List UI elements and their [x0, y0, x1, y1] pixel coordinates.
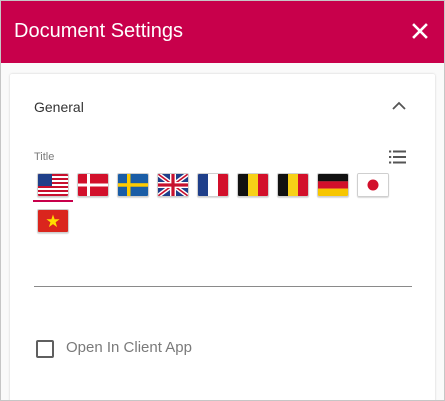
flag-france[interactable]: [197, 173, 229, 197]
document-settings-dialog: Document Settings General Title Open In …: [0, 0, 445, 401]
open-in-client-app-checkbox[interactable]: [36, 340, 54, 358]
close-icon[interactable]: [410, 21, 430, 41]
flag-sweden[interactable]: [117, 173, 149, 197]
flag-uk[interactable]: [157, 173, 189, 197]
title-field-label: Title: [34, 151, 55, 163]
title-field-underline: [34, 286, 412, 287]
flag-belgium[interactable]: [277, 173, 309, 197]
open-in-client-app-label: Open In Client App: [66, 339, 192, 356]
flag-germany[interactable]: [317, 173, 349, 197]
flag-japan[interactable]: [357, 173, 389, 197]
chevron-up-icon[interactable]: [391, 99, 407, 113]
flag-us[interactable]: [33, 173, 73, 202]
selected-flag-indicator: [33, 200, 73, 202]
flag-vietnam[interactable]: [37, 209, 69, 233]
dialog-title: Document Settings: [14, 20, 183, 42]
general-panel: General Title Open In Client App: [10, 74, 435, 400]
flag-denmark[interactable]: [77, 173, 109, 197]
section-title-general: General: [34, 99, 84, 115]
dialog-header: Document Settings: [1, 1, 444, 63]
list-icon[interactable]: [388, 149, 408, 165]
flag-belgium[interactable]: [237, 173, 269, 197]
